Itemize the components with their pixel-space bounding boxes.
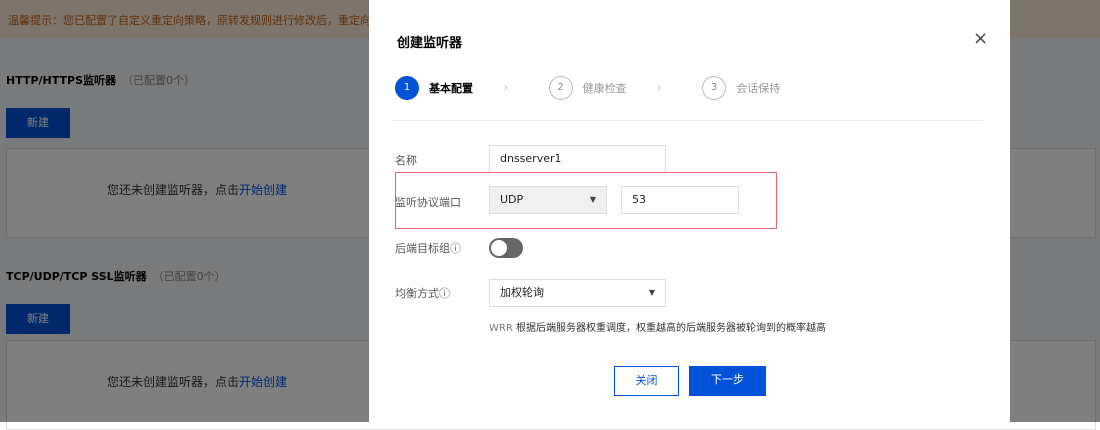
- divider: [391, 120, 983, 121]
- info-icon[interactable]: ⓘ: [439, 287, 450, 300]
- balance-label: 均衡方式ⓘ: [395, 285, 450, 301]
- caret-down-icon: ▼: [648, 288, 655, 297]
- step-session: 3 会话保持: [702, 76, 780, 100]
- step-label: 基本配置: [429, 82, 473, 95]
- protocol-select[interactable]: UDP ▼: [489, 186, 607, 214]
- chevron-right-icon: ›: [503, 80, 509, 96]
- label-text: 后端目标组: [395, 242, 450, 255]
- target-group-label: 后端目标组ⓘ: [395, 240, 461, 256]
- stepper: 1 基本配置 › 2 健康检查 › 3 会话保持: [395, 76, 810, 100]
- balance-select[interactable]: 加权轮询 ▼: [489, 279, 666, 307]
- step-label: 健康检查: [582, 82, 627, 95]
- help-prefix: WRR: [489, 323, 513, 334]
- name-label: 名称: [395, 154, 417, 167]
- step-health: 2 健康检查: [548, 76, 627, 100]
- step-number: 3: [702, 76, 727, 100]
- port-input[interactable]: 53: [621, 186, 739, 214]
- target-group-toggle[interactable]: [489, 238, 523, 258]
- close-button[interactable]: 关闭: [614, 366, 679, 396]
- balance-value: 加权轮询: [500, 286, 544, 299]
- label-text: 均衡方式: [395, 287, 439, 300]
- help-text: 根据后端服务器权重调度，权重越高的后端服务器被轮询到的概率越高: [515, 323, 826, 334]
- protocol-label: 监听协议端口: [395, 196, 461, 209]
- protocol-value: UDP: [500, 193, 524, 206]
- step-basic: 1 基本配置: [395, 76, 473, 100]
- close-icon[interactable]: ×: [973, 28, 988, 49]
- step-label: 会话保持: [736, 82, 781, 95]
- step-number: 2: [548, 76, 573, 100]
- balance-help: WRR 根据后端服务器权重调度，权重越高的后端服务器被轮询到的概率越高: [489, 319, 826, 334]
- step-number: 1: [395, 76, 419, 100]
- create-listener-dialog: 创建监听器 × 1 基本配置 › 2 健康检查 › 3 会话保持 名称 dnsserv…: [369, 0, 1010, 422]
- next-button[interactable]: 下一步: [689, 366, 766, 396]
- dialog-title: 创建监听器: [397, 36, 463, 51]
- name-input[interactable]: dnsserver1: [489, 145, 666, 173]
- caret-down-icon: ▼: [589, 195, 596, 204]
- chevron-right-icon: ›: [656, 80, 663, 96]
- info-icon[interactable]: ⓘ: [450, 242, 461, 255]
- toggle-knob: [491, 240, 507, 256]
